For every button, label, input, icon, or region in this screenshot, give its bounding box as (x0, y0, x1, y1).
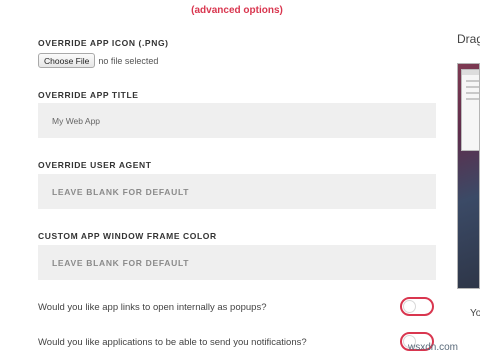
user-agent-label: OVERRIDE USER AGENT (38, 160, 152, 170)
toggle-knob (403, 300, 416, 313)
app-title-value: My Web App (52, 115, 101, 126)
right-panel-caption: Yo (470, 308, 480, 319)
user-agent-placeholder: LEAVE BLANK FOR DEFAULT (52, 186, 190, 197)
frame-color-input[interactable]: LEAVE BLANK FOR DEFAULT (38, 245, 436, 280)
app-preview-image (457, 63, 480, 289)
title-label: OVERRIDE APP TITLE (38, 90, 139, 100)
frame-color-placeholder: LEAVE BLANK FOR DEFAULT (52, 257, 190, 268)
file-input: Choose File no file selected (38, 53, 158, 68)
user-agent-input[interactable]: LEAVE BLANK FOR DEFAULT (38, 174, 436, 209)
watermark: wsxdn.com (408, 342, 459, 353)
right-panel-heading: Drag (457, 32, 480, 46)
frame-color-label: CUSTOM APP WINDOW FRAME COLOR (38, 231, 217, 241)
file-status-text: no file selected (98, 55, 159, 66)
notifications-question: Would you like applications to be able t… (38, 337, 307, 348)
icon-label: OVERRIDE APP ICON (.PNG) (38, 38, 169, 48)
choose-file-button[interactable]: Choose File (38, 53, 96, 68)
advanced-options-link[interactable]: (advanced options) (0, 5, 474, 16)
app-title-input[interactable]: My Web App (38, 103, 436, 138)
popups-question: Would you like app links to open interna… (38, 302, 267, 313)
popups-toggle[interactable] (400, 297, 434, 316)
